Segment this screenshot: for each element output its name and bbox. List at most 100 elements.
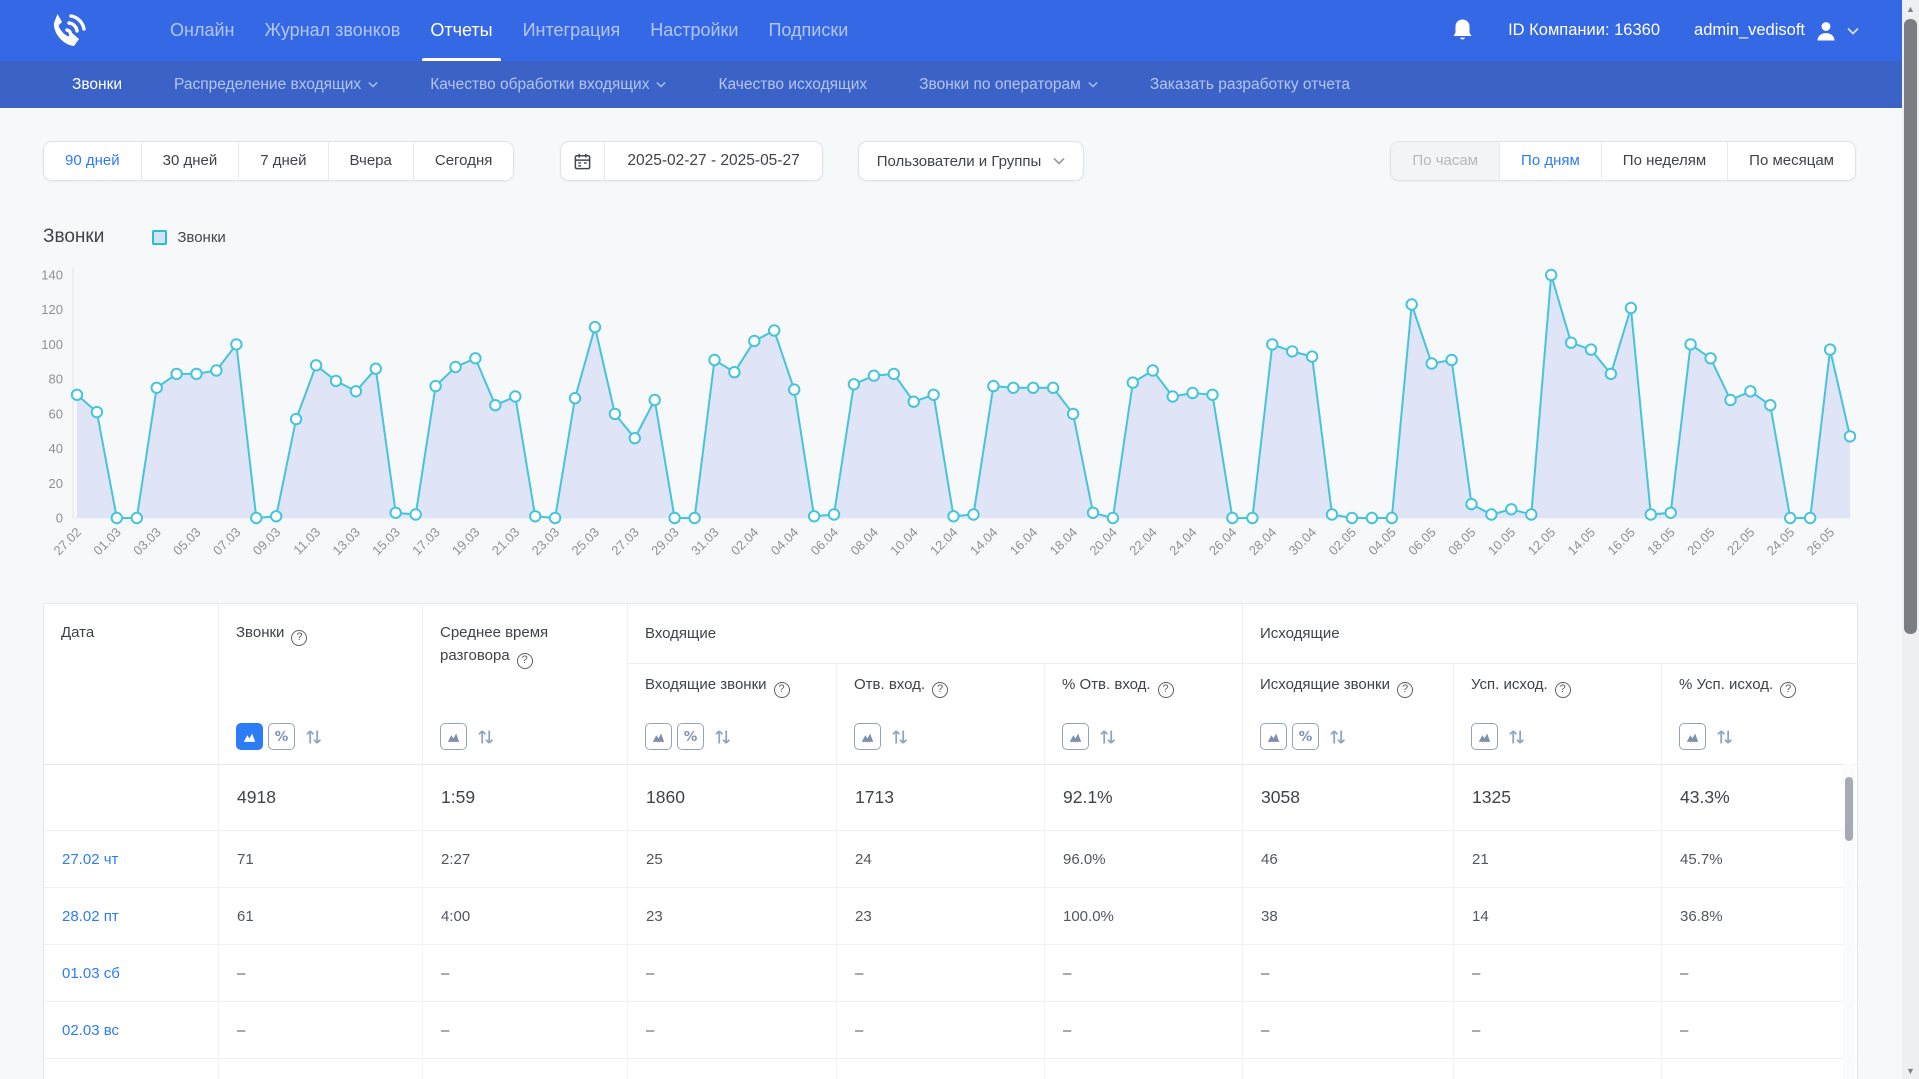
data-point-marker[interactable] — [1207, 390, 1217, 400]
percent-toggle-button[interactable]: % — [268, 723, 295, 750]
by-weeks-button[interactable]: По неделям — [1601, 142, 1727, 180]
data-point-marker[interactable] — [1387, 513, 1397, 523]
scrollbar-thumb[interactable] — [1904, 19, 1917, 634]
data-point-marker[interactable] — [1606, 369, 1616, 379]
scroll-down-button[interactable]: ▼ — [1902, 1062, 1919, 1079]
data-point-marker[interactable] — [430, 381, 440, 391]
row-date-link[interactable]: 28.02 пт — [44, 888, 218, 945]
data-point-marker[interactable] — [371, 364, 381, 374]
help-icon[interactable]: ? — [517, 653, 533, 669]
subnav-item-order-report[interactable]: Заказать разработку отчета — [1150, 76, 1350, 94]
data-point-marker[interactable] — [152, 383, 162, 393]
nav-item-call-log[interactable]: Журнал звонков — [262, 0, 402, 61]
data-point-marker[interactable] — [1765, 400, 1775, 410]
date-range-value[interactable]: 2025-02-27 - 2025-05-27 — [605, 152, 821, 170]
help-icon[interactable]: ? — [1158, 682, 1174, 698]
data-point-marker[interactable] — [1247, 513, 1257, 523]
data-point-marker[interactable] — [1307, 351, 1317, 361]
help-icon[interactable]: ? — [1397, 682, 1413, 698]
chart-toggle-button[interactable] — [854, 723, 881, 750]
row-date-link[interactable]: 02.03 вс — [44, 1002, 218, 1059]
chart-toggle-button[interactable] — [645, 723, 672, 750]
help-icon[interactable]: ? — [1780, 682, 1796, 698]
data-point-marker[interactable] — [1168, 391, 1178, 401]
data-point-marker[interactable] — [1486, 509, 1496, 519]
table-scrollbar-thumb[interactable] — [1845, 777, 1853, 841]
data-point-marker[interactable] — [450, 362, 460, 372]
range-90-days-button[interactable]: 90 дней — [44, 142, 141, 180]
range-today-button[interactable]: Сегодня — [413, 142, 514, 180]
data-point-marker[interactable] — [829, 509, 839, 519]
data-point-marker[interactable] — [391, 508, 401, 518]
data-point-marker[interactable] — [1108, 513, 1118, 523]
data-point-marker[interactable] — [1506, 504, 1516, 514]
chart-toggle-button[interactable] — [236, 723, 263, 750]
help-icon[interactable]: ? — [932, 682, 948, 698]
percent-toggle-button[interactable]: % — [677, 723, 704, 750]
subnav-item-incoming-distribution[interactable]: Распределение входящих — [174, 76, 378, 94]
data-point-marker[interactable] — [550, 513, 560, 523]
data-point-marker[interactable] — [251, 513, 261, 523]
data-point-marker[interactable] — [311, 360, 321, 370]
data-point-marker[interactable] — [92, 407, 102, 417]
data-point-marker[interactable] — [1048, 383, 1058, 393]
data-point-marker[interactable] — [112, 513, 122, 523]
vedisoft-logo-icon[interactable] — [44, 7, 92, 55]
data-point-marker[interactable] — [1187, 388, 1197, 398]
data-point-marker[interactable] — [749, 336, 759, 346]
data-point-marker[interactable] — [72, 390, 82, 400]
data-point-marker[interactable] — [1227, 513, 1237, 523]
data-point-marker[interactable] — [909, 397, 919, 407]
calendar-button[interactable] — [561, 142, 605, 180]
data-point-marker[interactable] — [948, 511, 958, 521]
user-menu[interactable]: admin_vedisoft — [1694, 19, 1859, 43]
percent-toggle-button[interactable]: % — [1292, 723, 1319, 750]
row-date-link[interactable]: 03.03 пн — [44, 1059, 218, 1079]
data-point-marker[interactable] — [1626, 303, 1636, 313]
data-point-marker[interactable] — [351, 386, 361, 396]
data-point-marker[interactable] — [1128, 377, 1138, 387]
data-point-marker[interactable] — [1646, 509, 1656, 519]
data-point-marker[interactable] — [1446, 355, 1456, 365]
data-point-marker[interactable] — [1327, 509, 1337, 519]
data-point-marker[interactable] — [630, 433, 640, 443]
data-point-marker[interactable] — [769, 325, 779, 335]
help-icon[interactable]: ? — [291, 630, 307, 646]
data-point-marker[interactable] — [1148, 365, 1158, 375]
subnav-item-calls-by-operators[interactable]: Звонки по операторам — [919, 76, 1098, 94]
data-point-marker[interactable] — [590, 322, 600, 332]
nav-item-online[interactable]: Онлайн — [168, 0, 236, 61]
data-point-marker[interactable] — [470, 353, 480, 363]
bell-icon[interactable] — [1451, 18, 1474, 43]
data-point-marker[interactable] — [1785, 513, 1795, 523]
data-point-marker[interactable] — [1685, 339, 1695, 349]
range-7-days-button[interactable]: 7 дней — [238, 142, 327, 180]
data-point-marker[interactable] — [1586, 344, 1596, 354]
data-point-marker[interactable] — [1705, 353, 1715, 363]
data-point-marker[interactable] — [1407, 299, 1417, 309]
row-date-link[interactable]: 01.03 сб — [44, 945, 218, 1002]
data-point-marker[interactable] — [570, 393, 580, 403]
help-icon[interactable]: ? — [1555, 682, 1571, 698]
data-point-marker[interactable] — [1546, 270, 1556, 280]
by-months-button[interactable]: По месяцам — [1727, 142, 1855, 180]
nav-item-integration[interactable]: Интеграция — [521, 0, 623, 61]
data-point-marker[interactable] — [1745, 386, 1755, 396]
sort-button[interactable] — [1328, 727, 1348, 747]
data-point-marker[interactable] — [968, 509, 978, 519]
data-point-marker[interactable] — [849, 379, 859, 389]
data-point-marker[interactable] — [191, 369, 201, 379]
sort-button[interactable] — [304, 727, 324, 747]
data-point-marker[interactable] — [530, 511, 540, 521]
data-point-marker[interactable] — [1068, 409, 1078, 419]
data-point-marker[interactable] — [1347, 513, 1357, 523]
data-point-marker[interactable] — [1088, 508, 1098, 518]
chart-toggle-button[interactable] — [440, 723, 467, 750]
data-point-marker[interactable] — [1526, 509, 1536, 519]
data-point-marker[interactable] — [1725, 395, 1735, 405]
data-point-marker[interactable] — [1845, 431, 1855, 441]
data-point-marker[interactable] — [689, 513, 699, 523]
data-point-marker[interactable] — [331, 376, 341, 386]
nav-item-settings[interactable]: Настройки — [648, 0, 740, 61]
range-30-days-button[interactable]: 30 дней — [141, 142, 239, 180]
